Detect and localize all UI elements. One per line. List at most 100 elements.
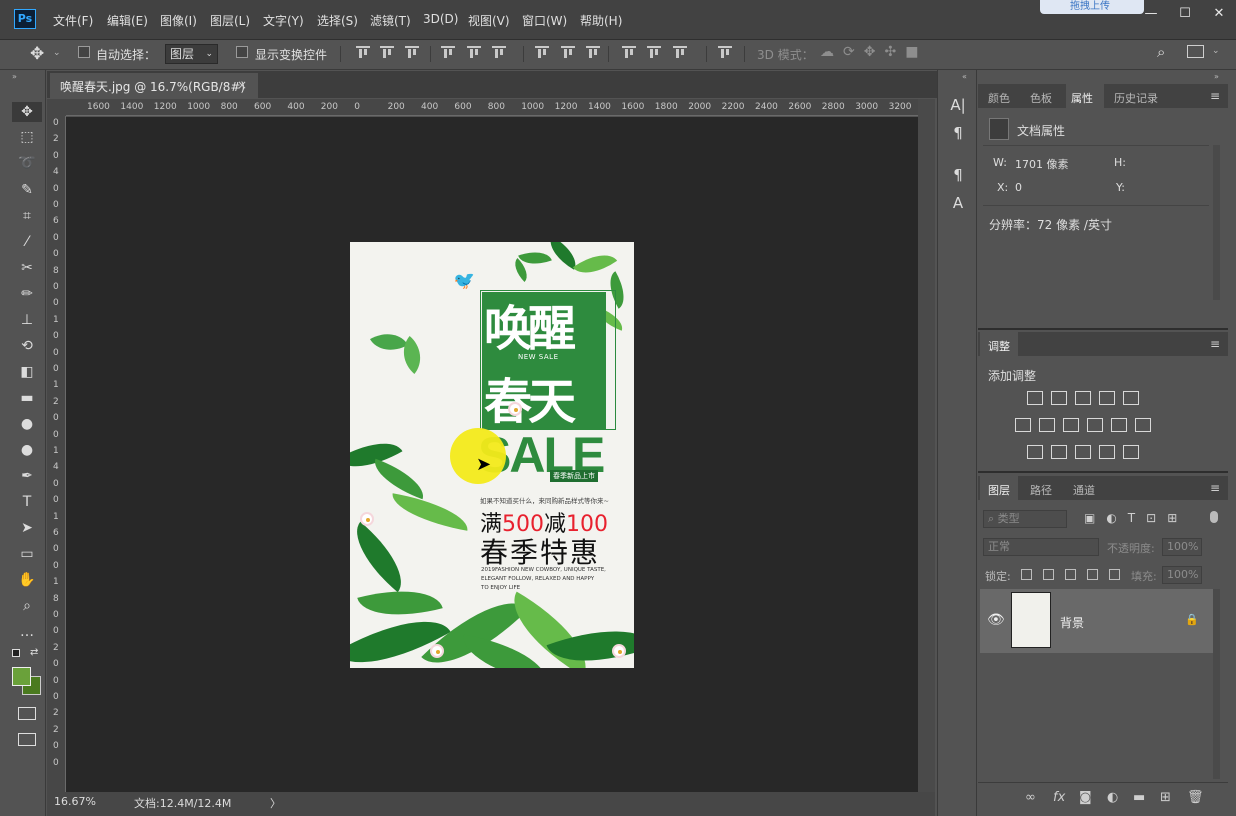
collapse-arrows-icon[interactable]: » (12, 72, 17, 81)
foreground-color-swatch[interactable] (12, 667, 31, 686)
tab-layers-group[interactable]: 图层 (988, 482, 1010, 498)
dodge-tool-icon[interactable]: ● (16, 440, 38, 460)
distribute-bottom-icon[interactable] (586, 45, 600, 59)
gradient-tool-icon[interactable]: ▬ (16, 388, 38, 408)
swap-colors-icon[interactable]: ⇄ (30, 647, 38, 658)
blur-tool-icon[interactable]: ● (16, 414, 38, 434)
zoom-tool-icon[interactable]: ⌕ (16, 596, 38, 616)
crop-tool-icon[interactable]: ⌗ (16, 206, 38, 226)
cloud-upload-button[interactable]: 拖拽上传 (1040, 0, 1144, 14)
hue-sat-icon[interactable] (1015, 418, 1031, 432)
distribute-top-icon[interactable] (535, 45, 549, 59)
tab-layers-group[interactable]: 路径 (1030, 482, 1052, 498)
align-hcenter-icon[interactable] (467, 45, 481, 59)
collapse-arrows-icon[interactable]: » (1214, 72, 1219, 81)
status-menu-arrow[interactable]: 〉 (270, 795, 281, 811)
distribute-right-icon[interactable] (673, 45, 687, 59)
tab-properties-group[interactable]: 色板 (1030, 90, 1052, 106)
close-tab-button[interactable]: × (237, 78, 247, 92)
layer-filter-dropdown[interactable]: ⌕ 类型 (983, 510, 1067, 528)
fx-icon[interactable]: fx (1053, 790, 1065, 805)
panel-menu-icon[interactable]: ≡ (1210, 89, 1220, 103)
color-balance-icon[interactable] (1039, 418, 1055, 432)
menu-item[interactable]: 图像(I) (160, 12, 197, 29)
character-styles-icon[interactable]: A (948, 194, 968, 214)
align-right-icon[interactable] (492, 45, 506, 59)
vertical-ruler[interactable]: 0 2 0 4 0 0 6 0 0 8 0 0 1 0 0 0 1 2 0 0 1 4 0 0 1 6 0 0 1 8 0 0 2 0 0 0 2 2 0 0 (47, 116, 66, 792)
vertical-scrollbar[interactable] (918, 99, 935, 792)
x-value[interactable]: 0 (1015, 181, 1022, 194)
properties-scrollbar[interactable] (1213, 145, 1220, 300)
lock-artboard-icon[interactable] (1087, 569, 1098, 580)
menu-item[interactable]: 编辑(E) (107, 12, 148, 29)
filter-toggle[interactable] (1210, 511, 1218, 523)
new-layer-icon[interactable]: ⊞ (1160, 790, 1171, 805)
menu-item[interactable]: 选择(S) (317, 12, 358, 29)
zoom-level[interactable]: 16.67% (54, 795, 96, 808)
exposure-icon[interactable] (1099, 391, 1115, 405)
color-lookup-icon[interactable] (1135, 418, 1151, 432)
lasso-tool-icon[interactable]: ➰ (16, 153, 38, 173)
levels-icon[interactable] (1051, 391, 1067, 405)
eyedropper-tool-icon[interactable]: ⁄ (16, 232, 38, 252)
stamp-tool-icon[interactable]: ⊥ (16, 310, 38, 330)
align-bottom-icon[interactable] (405, 45, 419, 59)
opacity-input[interactable]: 100% (1162, 538, 1202, 556)
curves-icon[interactable] (1075, 391, 1091, 405)
menu-item[interactable]: 帮助(H) (580, 12, 622, 29)
history-brush-tool-icon[interactable]: ⟲ (16, 336, 38, 356)
type-tool-icon[interactable]: T (16, 492, 38, 512)
lock-position-icon[interactable] (1065, 569, 1076, 580)
invert-icon[interactable] (1027, 445, 1043, 459)
gradient-map-icon[interactable] (1123, 445, 1139, 459)
panel-menu-icon[interactable]: ≡ (1210, 337, 1220, 351)
paragraph-styles-icon[interactable]: ¶ (948, 166, 968, 186)
horizontal-ruler[interactable]: 1600 1400 1200 1000 800 600 400 200 0 200 400 600 80… (66, 99, 918, 116)
distribute-left-icon[interactable] (622, 45, 636, 59)
shape-tool-icon[interactable]: ▭ (16, 544, 38, 564)
tab-adjustments[interactable]: 调整 (988, 338, 1010, 354)
lock-image-icon[interactable] (1043, 569, 1054, 580)
menu-item[interactable]: 文字(Y) (263, 12, 304, 29)
bw-icon[interactable] (1063, 418, 1079, 432)
show-transform-checkbox[interactable] (236, 46, 248, 58)
lock-all-icon[interactable] (1109, 569, 1120, 580)
threshold-icon[interactable] (1075, 445, 1091, 459)
document-tab[interactable]: 唤醒春天.jpg @ 16.7%(RGB/8#) (50, 73, 258, 98)
auto-select-checkbox[interactable] (78, 46, 90, 58)
chevron-down-icon[interactable]: ⌄ (53, 48, 61, 58)
panel-menu-icon[interactable]: ≡ (1210, 481, 1220, 495)
hand-tool-icon[interactable]: ✋ (16, 570, 38, 590)
new-adjustment-icon[interactable]: ◐ (1107, 790, 1118, 805)
new-group-icon[interactable]: ▬ (1133, 790, 1145, 805)
path-select-tool-icon[interactable]: ➤ (16, 518, 38, 538)
layer-name[interactable]: 背景 (1060, 614, 1084, 631)
blend-mode-dropdown[interactable]: 正常 (983, 538, 1099, 556)
vibrance-icon[interactable] (1123, 391, 1139, 405)
move-tool-icon[interactable]: ✥ (12, 102, 42, 122)
healing-tool-icon[interactable]: ✂ (16, 258, 38, 278)
eraser-tool-icon[interactable]: ◧ (16, 362, 38, 382)
width-value[interactable]: 1701 像素 (1015, 156, 1069, 172)
screen-mode-icon[interactable] (18, 733, 36, 746)
align-left-icon[interactable] (441, 45, 455, 59)
align-vcenter-icon[interactable] (380, 45, 394, 59)
layers-scrollbar[interactable] (1213, 589, 1220, 779)
distribute-hcenter-icon[interactable] (647, 45, 661, 59)
align-top-icon[interactable] (356, 45, 370, 59)
fill-input[interactable]: 100% (1162, 566, 1202, 584)
auto-align-icon[interactable] (718, 45, 732, 59)
tab-properties-group[interactable]: 历史记录 (1114, 90, 1158, 106)
quick-select-tool-icon[interactable]: ✎ (16, 180, 38, 200)
paragraph-panel-icon[interactable]: ¶ (948, 124, 968, 144)
photo-filter-icon[interactable] (1087, 418, 1103, 432)
eye-icon[interactable]: 👁 (987, 612, 1005, 628)
3d-mode-icons[interactable]: ☁⟳✥✣■ (820, 44, 927, 60)
brush-tool-icon[interactable]: ✏ (16, 284, 38, 304)
menu-item[interactable]: 视图(V) (468, 12, 510, 29)
search-icon[interactable]: ⌕ (1157, 43, 1165, 61)
posterize-icon[interactable] (1051, 445, 1067, 459)
link-layers-icon[interactable]: ∞ (1025, 790, 1036, 805)
menu-item[interactable]: 窗口(W) (522, 12, 567, 29)
brightness-icon[interactable] (1027, 391, 1043, 405)
